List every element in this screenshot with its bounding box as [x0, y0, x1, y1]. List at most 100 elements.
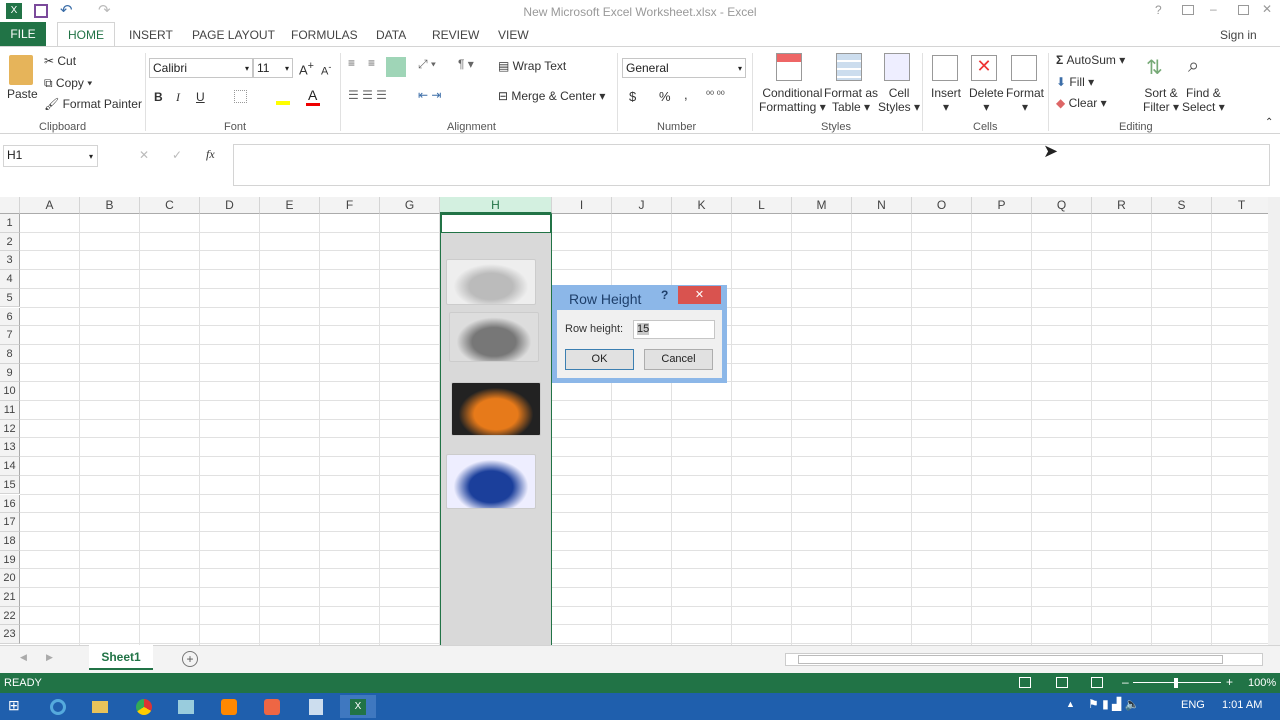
row-header-18[interactable]: 18 — [0, 531, 20, 551]
zoom-in-icon[interactable]: + — [1226, 675, 1233, 689]
sheet-tab-sheet1[interactable]: Sheet1 — [89, 645, 153, 670]
align-middle-icon[interactable]: ≡ — [368, 56, 375, 70]
column-header-q[interactable]: Q — [1032, 197, 1092, 214]
tray-expand-icon[interactable]: ▲ — [1066, 699, 1075, 709]
worksheet-grid[interactable]: A B C D E F G H I J K L M N O P Q R S T 1 2 3 4 5 6 7 8 9 10 11 12 13 14 1… — [0, 197, 1268, 645]
tray-icons[interactable]: ⚑ ▮ ▟ 🔈 — [1088, 697, 1140, 711]
cell-styles-button[interactable]: Cell Styles ▾ — [878, 86, 920, 114]
row-header-6[interactable]: 6 — [0, 307, 20, 327]
help-icon[interactable]: ? — [1155, 3, 1162, 17]
column-header-m[interactable]: M — [792, 197, 852, 214]
wrap-text-button[interactable]: ▤ Wrap Text — [498, 59, 566, 73]
grow-font-icon[interactable]: A+ — [299, 60, 314, 77]
column-header-a[interactable]: A — [20, 197, 80, 214]
chrome-icon[interactable] — [126, 695, 162, 718]
row-header-5[interactable]: 5 — [0, 288, 20, 308]
column-header-i[interactable]: I — [552, 197, 612, 214]
car-image[interactable] — [446, 259, 536, 305]
delete-button[interactable]: Delete ▾ — [969, 86, 1004, 114]
row-header-16[interactable]: 16 — [0, 494, 20, 514]
format-as-table-button[interactable]: Format as Table ▾ — [824, 86, 878, 114]
page-layout-view-icon[interactable] — [1056, 677, 1068, 688]
ribbon-options-icon[interactable] — [1182, 5, 1194, 15]
zoom-slider-thumb[interactable] — [1174, 678, 1178, 688]
row-height-input[interactable]: 15 — [633, 320, 715, 339]
row-header-19[interactable]: 19 — [0, 550, 20, 570]
orientation-icon[interactable]: ⤢ ▾ — [418, 57, 436, 72]
language-indicator[interactable]: ENG — [1181, 699, 1205, 711]
column-header-b[interactable]: B — [80, 197, 140, 214]
copy-button[interactable]: ⧉ Copy ▾ — [44, 76, 92, 91]
format-painter-button[interactable]: 🖌 Format Painter — [44, 97, 142, 111]
font-size-dropdown[interactable]: 11 ▾ — [253, 58, 293, 78]
app-icon[interactable] — [254, 695, 290, 718]
row-header-15[interactable]: 15 — [0, 475, 20, 495]
column-header-o[interactable]: O — [912, 197, 972, 214]
dialog-close-button[interactable]: ✕ — [678, 286, 721, 304]
column-header-e[interactable]: E — [260, 197, 320, 214]
format-button[interactable]: Format ▾ — [1006, 86, 1044, 114]
cancel-entry-icon[interactable]: ✕ — [139, 148, 149, 162]
conditional-formatting-button[interactable]: Conditional Formatting ▾ — [759, 86, 826, 114]
insert-button[interactable]: Insert ▾ — [931, 86, 961, 114]
decimal-buttons[interactable]: ⁰⁰ ⁰⁰ — [706, 90, 725, 101]
formula-input[interactable] — [233, 144, 1270, 186]
row-header-1[interactable]: 1 — [0, 214, 20, 233]
column-header-g[interactable]: G — [380, 197, 440, 214]
close-window-icon[interactable]: ✕ — [1262, 2, 1272, 16]
normal-view-icon[interactable] — [1019, 677, 1031, 688]
excel-taskbar-icon[interactable]: X — [340, 695, 376, 718]
comma-button[interactable]: , — [684, 87, 688, 102]
row-header-9[interactable]: 9 — [0, 363, 20, 383]
cut-button[interactable]: ✂ Cut — [44, 54, 76, 68]
tab-review[interactable]: REVIEW — [432, 28, 479, 42]
row-header-17[interactable]: 17 — [0, 513, 20, 532]
page-break-view-icon[interactable] — [1091, 677, 1103, 688]
align-bottom-icon[interactable] — [386, 57, 406, 77]
font-color-icon[interactable]: A — [308, 87, 317, 103]
find-select-button[interactable]: Find & Select ▾ — [1182, 86, 1225, 114]
tab-formulas[interactable]: FORMULAS — [291, 28, 358, 42]
tab-view[interactable]: VIEW — [498, 28, 529, 42]
row-header-20[interactable]: 20 — [0, 569, 20, 588]
italic-button[interactable]: I — [176, 90, 180, 105]
car-image[interactable] — [449, 312, 539, 362]
row-header-8[interactable]: 8 — [0, 344, 20, 364]
row-header-4[interactable]: 4 — [0, 270, 20, 289]
number-format-dropdown[interactable]: General ▾ — [622, 58, 746, 78]
shrink-font-icon[interactable]: A- — [321, 62, 331, 78]
row-header-14[interactable]: 14 — [0, 457, 20, 476]
column-header-h[interactable]: H — [440, 197, 552, 214]
borders-icon[interactable] — [234, 90, 247, 103]
app-icon[interactable] — [298, 695, 334, 718]
row-header-10[interactable]: 10 — [0, 382, 20, 401]
column-header-f[interactable]: F — [320, 197, 380, 214]
insert-function-icon[interactable]: fx — [206, 147, 215, 162]
horizontal-scrollbar[interactable] — [785, 653, 1263, 666]
new-sheet-icon[interactable]: + — [182, 651, 198, 667]
column-header-d[interactable]: D — [200, 197, 260, 214]
column-header-j[interactable]: J — [612, 197, 672, 214]
dialog-titlebar[interactable]: Row Height ? ✕ — [552, 285, 727, 310]
currency-button[interactable]: $ — [629, 89, 636, 104]
align-top-icon[interactable]: ≡ — [348, 56, 355, 70]
row-header-21[interactable]: 21 — [0, 588, 20, 607]
explorer-icon[interactable] — [82, 695, 118, 718]
indent-icons[interactable]: ⇤ ⇥ — [418, 88, 441, 102]
fill-button[interactable]: ⬇ Fill ▾ — [1056, 75, 1094, 89]
column-header-t[interactable]: T — [1212, 197, 1268, 214]
restore-icon[interactable] — [1238, 5, 1249, 15]
enter-icon[interactable]: ✓ — [172, 148, 182, 162]
align-left-icon[interactable]: ☰ ☰ ☰ — [348, 88, 387, 102]
sort-filter-button[interactable]: Sort & Filter ▾ — [1143, 86, 1179, 114]
zoom-level[interactable]: 100% — [1248, 677, 1276, 689]
row-header-12[interactable]: 12 — [0, 419, 20, 439]
ok-button[interactable]: OK — [565, 349, 634, 370]
text-direction-icon[interactable]: ¶ ▾ — [458, 57, 474, 71]
help-button[interactable]: ? — [661, 288, 668, 302]
app-icon[interactable] — [168, 695, 204, 718]
column-header-p[interactable]: P — [972, 197, 1032, 214]
paste-button[interactable]: Paste — [7, 87, 38, 101]
row-header-2[interactable]: 2 — [0, 232, 20, 252]
autosum-button[interactable]: Σ AutoSum ▾ — [1056, 53, 1125, 67]
